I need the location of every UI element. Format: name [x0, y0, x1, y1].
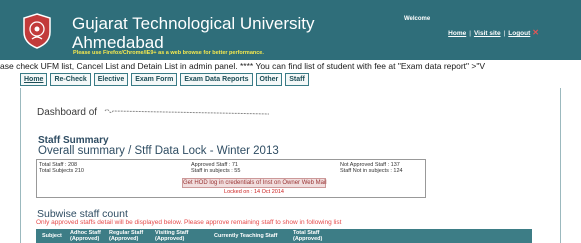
dashboard-label: Dashboard of — [37, 107, 98, 118]
locked-on-text: Locked on : 14 Oct 2014 — [224, 189, 284, 195]
summary-box: Total Staff : 208 Total Subjects 210 App… — [36, 159, 426, 198]
logout-link[interactable]: Logout — [508, 30, 530, 37]
col-visiting-staff: Visiting Staff (Approved) — [155, 230, 189, 242]
app-header: Gujarat Technological University Ahmedab… — [0, 0, 581, 60]
browser-note: Please use Firefox/Chrome/IE9+ as a web … — [73, 50, 264, 56]
university-name: Gujarat Technological University Ahmedab… — [72, 14, 315, 52]
top-links: Home | Visit site | Logout ✕ — [448, 28, 539, 37]
col-total-staff: Total Staff (Approved) — [293, 230, 323, 242]
visit-site-link[interactable]: Visit site — [474, 30, 501, 37]
nav-home[interactable]: Home — [20, 73, 48, 86]
nav-exam-form[interactable]: Exam Form — [131, 73, 178, 86]
announcement-marquee: ase check UFM list, Cancel List and Deta… — [0, 60, 581, 72]
hod-credentials-button[interactable]: Get HOD log in credentials of Inst on Ow… — [182, 178, 327, 188]
col-subject: Subject — [42, 233, 62, 239]
home-link[interactable]: Home — [448, 30, 466, 37]
nav-recheck[interactable]: Re-Check — [50, 73, 91, 86]
col-currently-teaching: Currently Teaching Staff — [214, 233, 278, 239]
col-regular-staff: Regular Staff (Approved) — [109, 230, 144, 242]
nav-staff[interactable]: Staff — [285, 73, 309, 86]
staff-not-in-subjects: Staff Not in subjects : 124 — [340, 168, 403, 174]
staff-in-subjects: Staff in subjects : 55 — [191, 168, 241, 174]
gtu-logo-icon — [23, 13, 51, 49]
welcome-text: Welcome — [404, 16, 431, 22]
logout-close-icon[interactable]: ✕ — [532, 28, 539, 37]
dashboard-heading: Dashboard of — [37, 107, 271, 118]
staff-table-header: Subject Adhoc Staff (Approved) Regular St… — [36, 229, 532, 243]
main-nav: Home Re-Check Elective Exam Form Exam Da… — [20, 73, 309, 86]
nav-elective[interactable]: Elective — [93, 73, 129, 86]
nav-exam-data-reports[interactable]: Exam Data Reports — [180, 73, 253, 86]
university-line1: Gujarat Technological University — [72, 14, 315, 33]
subwise-note: Only approved staffs detail will be disp… — [36, 219, 342, 226]
nav-other[interactable]: Other — [255, 73, 283, 86]
col-adhoc-staff: Adhoc Staff (Approved) — [70, 230, 101, 242]
redacted-institute-name — [104, 109, 269, 115]
total-subjects: Total Subjects 210 — [39, 168, 84, 174]
overall-summary-title: Overall summary / Stff Data Lock - Winte… — [38, 145, 279, 157]
main-content: Dashboard of Staff Summary Overall summa… — [20, 88, 561, 243]
